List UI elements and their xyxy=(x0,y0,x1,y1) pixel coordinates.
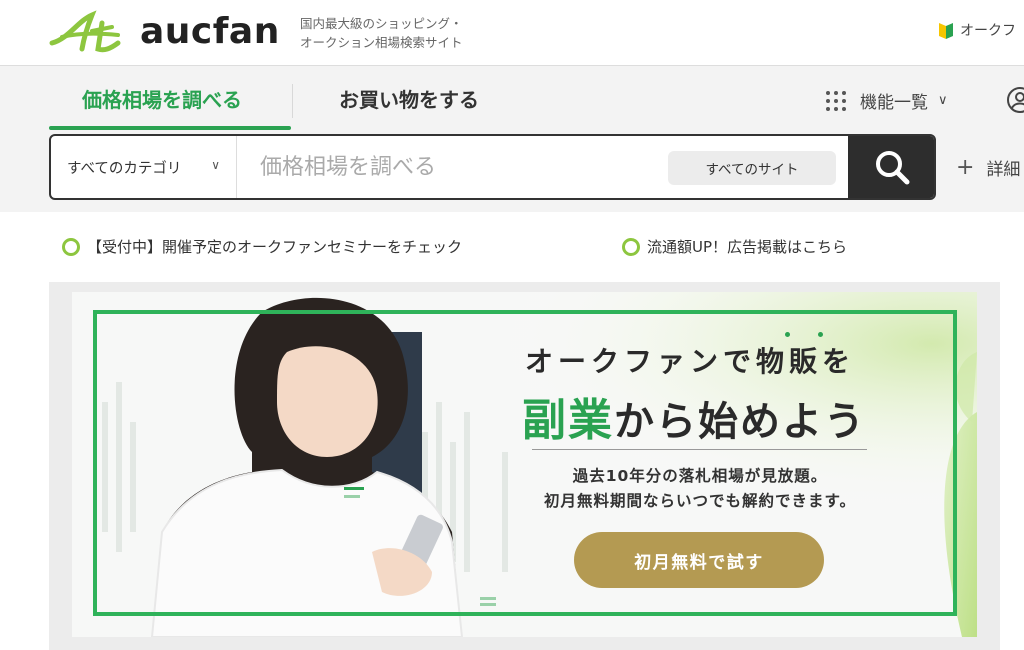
tab-price-search[interactable]: 価格相場を調べる xyxy=(82,84,242,113)
active-tab-indicator xyxy=(49,126,291,130)
promo-banner[interactable]: オークファンで物販を 副業から始めよう 過去10年分の落札相場が見放題。 初月無… xyxy=(72,292,977,637)
banner-subtext: 過去10年分の落札相場が見放題。 初月無料期間ならいつでも解約できます。 xyxy=(520,464,880,514)
search-bar: すべてのカテゴリ ∨ すべてのサイト xyxy=(49,134,936,200)
detail-search-label: 詳細 xyxy=(986,160,1021,180)
tab-shopping[interactable]: お買い物をする xyxy=(339,84,479,113)
logo[interactable]: aucfan xyxy=(48,8,280,56)
free-trial-button[interactable]: 初月無料で試す xyxy=(574,532,824,588)
search-input[interactable] xyxy=(238,136,668,198)
logo-mark-icon xyxy=(49,10,121,53)
category-select-value: すべてのカテゴリ xyxy=(67,160,182,177)
emphasis-dot xyxy=(818,332,823,337)
banner-divider xyxy=(532,449,867,450)
plus-icon: + xyxy=(956,155,975,180)
banner-title-rest: から始めよう xyxy=(614,399,866,445)
site-header: aucfan 国内最大級のショッピング・ オークション相場検索サイト オークフ xyxy=(0,0,1024,66)
beginner-link[interactable]: オークフ xyxy=(938,20,1016,40)
banner-subtext-line-2: 初月無料期間ならいつでも解約できます。 xyxy=(544,492,856,510)
features-menu-button[interactable]: 機能一覧 ∨ xyxy=(826,88,948,113)
tab-divider xyxy=(292,84,293,118)
search-button[interactable] xyxy=(848,136,934,198)
ring-bullet-icon xyxy=(62,237,80,256)
search-icon xyxy=(876,151,910,185)
features-menu-label: 機能一覧 xyxy=(860,93,928,113)
ring-bullet-icon xyxy=(622,237,640,256)
chevron-down-icon: ∨ xyxy=(938,93,948,108)
beginner-link-label: オークフ xyxy=(960,23,1016,39)
notice-text: 流通額UP！広告掲載はこちら xyxy=(647,238,848,256)
site-filter-button[interactable]: すべてのサイト xyxy=(668,151,836,185)
tagline-line-2: オークション相場検索サイト xyxy=(300,35,463,50)
logo-text: aucfan xyxy=(140,10,280,52)
beginner-mark-icon xyxy=(939,23,953,39)
chevron-down-icon: ∨ xyxy=(211,158,220,172)
notice-seminar-link[interactable]: 【受付中】開催予定のオークファンセミナーをチェック xyxy=(62,236,462,257)
tagline-line-1: 国内最大級のショッピング・ xyxy=(300,16,463,31)
banner-title-line-2: 副業から始めよう xyxy=(522,384,866,448)
banner-title-highlight: 副業 xyxy=(522,395,614,446)
tagline: 国内最大級のショッピング・ オークション相場検索サイト xyxy=(300,14,463,52)
grid-menu-icon xyxy=(826,90,846,111)
emphasis-dot xyxy=(785,332,790,337)
banner-subtext-line-1: 過去10年分の落札相場が見放題。 xyxy=(572,467,828,485)
banner-title-line-1: オークファンで物販を xyxy=(525,345,856,378)
notice-text: 【受付中】開催予定のオークファンセミナーをチェック xyxy=(87,238,463,256)
user-icon[interactable] xyxy=(1006,86,1024,114)
detail-search-link[interactable]: + 詳細 xyxy=(956,155,1020,180)
notice-ads-link[interactable]: 流通額UP！広告掲載はこちら xyxy=(622,236,847,257)
category-select[interactable]: すべてのカテゴリ ∨ xyxy=(51,136,237,198)
